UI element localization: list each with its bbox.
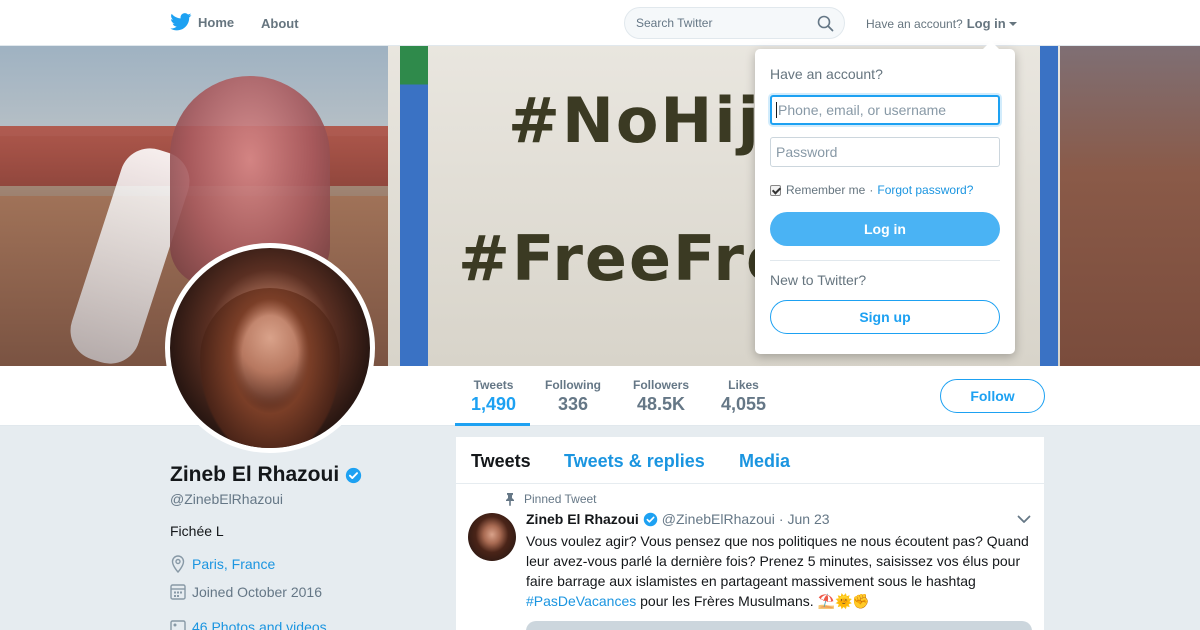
remember-me-checkbox[interactable] [770,184,781,196]
calendar-icon [170,584,186,600]
tweet-author-name[interactable]: Zineb El Rhazoui [526,511,639,527]
top-navigation-bar: Home About Search Twitter Have an accoun… [0,0,1200,46]
new-to-twitter-text: New to Twitter? [770,272,867,288]
username-placeholder: Phone, email, or username [776,102,947,118]
remember-me-label[interactable]: Remember me [786,183,865,197]
photo-icon [170,619,186,630]
profile-location: Paris, France [170,555,275,573]
twitter-bird-icon [170,13,192,31]
profile-handle[interactable]: @ZinebElRhazoui [170,491,283,507]
tweet-author-avatar[interactable] [468,513,516,561]
caret-down-icon [1008,21,1017,26]
pinned-tweet-label: Pinned Tweet [504,492,597,506]
stat-followers[interactable]: Followers 48.5K [633,378,689,415]
banner-right-area [1050,46,1200,366]
stat-value: 336 [557,394,589,414]
tweet-separator: · [778,511,784,527]
search-box[interactable]: Search Twitter [624,7,845,39]
tweet-header: Zineb El Rhazoui @ZinebElRhazoui · Jun 2… [526,511,830,527]
profile-name-row: Zineb El Rhazoui [170,463,362,487]
remember-me-row: Remember me · Forgot password? [770,183,973,197]
stat-label: Likes [728,378,759,392]
sign-post-left [400,46,428,366]
tweet-hashtag-link[interactable]: #PasDeVacances [526,593,636,609]
stat-label: Followers [633,378,690,392]
password-field[interactable]: Password [770,137,1000,167]
login-dropdown-toggle[interactable]: Have an account? Log in [866,16,1017,31]
stat-value: 1,490 [471,394,517,414]
tweet-text-tail: pour les Frères Musulmans. ⛱️🌞✊ [636,593,870,609]
search-icon[interactable] [817,15,834,32]
photos-link[interactable]: 46 Photos and videos [192,619,327,630]
search-input[interactable]: Search Twitter [636,16,712,30]
timeline-tabs: Tweets Tweets & replies Media [456,437,1044,484]
tab-media[interactable]: Media [739,451,790,472]
login-dropdown-title: Have an account? [770,66,883,82]
login-toggle-label[interactable]: Log in [967,16,1006,31]
location-icon [171,555,185,573]
verified-icon [346,467,362,483]
timeline: Tweets Tweets & replies Media Pinned Twe… [456,437,1044,630]
stat-label: Following [545,378,601,392]
login-dropdown: Have an account? Phone, email, or userna… [755,41,1015,354]
profile-name[interactable]: Zineb El Rhazoui [170,463,339,487]
tweet-text: Vous voulez agir? Vous pensez que nos po… [526,531,1036,611]
active-stat-indicator [455,423,530,426]
pin-icon [506,493,514,506]
tweet-text-body: Vous voulez agir? Vous pensez que nos po… [526,533,1029,589]
verified-icon [643,512,658,526]
stat-tweets[interactable]: Tweets 1,490 [471,378,516,415]
stat-following[interactable]: Following 336 [545,378,601,415]
profile-joined: Joined October 2016 [170,583,322,600]
stat-likes[interactable]: Likes 4,055 [721,378,766,415]
tweet-author-handle[interactable]: @ZinebElRhazoui [662,511,775,527]
signup-button[interactable]: Sign up [770,300,1000,334]
banner-sign-text-2: #FreeFro [458,222,791,295]
tweet-timestamp[interactable]: Jun 23 [788,511,830,527]
tab-tweets-replies[interactable]: Tweets & replies [564,451,705,472]
nav-home-label: Home [198,14,235,30]
sign-post-right [1040,46,1058,366]
stat-value: 4,055 [721,394,767,414]
stat-value: 48.5K [636,394,686,414]
follow-button[interactable]: Follow [940,379,1045,413]
forgot-password-link[interactable]: Forgot password? [877,183,973,197]
nav-about-link[interactable]: About [261,16,299,31]
tweet-media-card[interactable] [526,621,1032,630]
password-placeholder: Password [776,144,838,160]
have-account-text: Have an account? [866,16,963,31]
profile-avatar[interactable] [165,243,375,453]
location-link[interactable]: Paris, France [192,556,275,572]
chevron-down-icon[interactable] [1017,515,1031,524]
dropdown-divider [770,260,1000,261]
username-field[interactable]: Phone, email, or username [770,95,1000,125]
login-button[interactable]: Log in [770,212,1000,246]
joined-date: Joined October 2016 [192,583,322,600]
avatar-hair [200,288,340,448]
stat-label: Tweets [473,378,514,392]
profile-photos: 46 Photos and videos [170,619,327,630]
remember-separator: · [869,183,874,197]
profile-bio: Fichée L [170,523,224,539]
pinned-tweet-text: Pinned Tweet [524,492,597,506]
tab-tweets[interactable]: Tweets [471,451,531,472]
nav-home-link[interactable]: Home [170,13,234,31]
